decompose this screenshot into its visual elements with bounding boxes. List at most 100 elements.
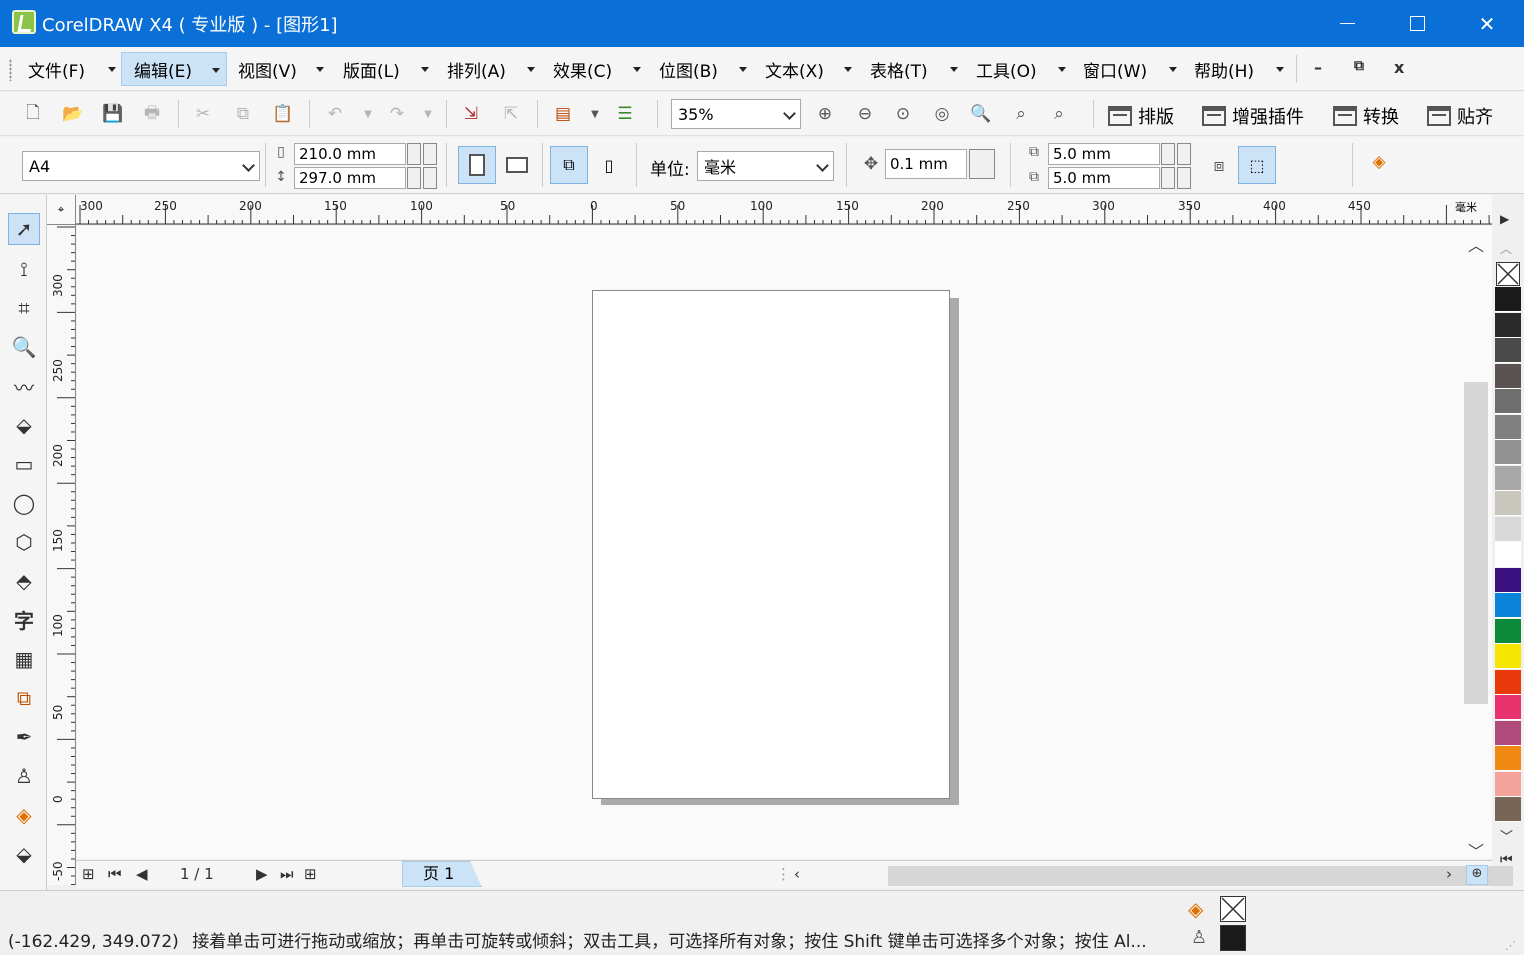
menu-tools[interactable]: 工具(O)	[964, 52, 1072, 86]
menu-effects[interactable]: 效果(C)	[541, 52, 647, 86]
menu-arrange[interactable]: 排列(A)	[435, 52, 541, 86]
horizontal-ruler[interactable]: 300 250 200 150 100 50 0 50 100 150 200 …	[76, 195, 1492, 225]
text-tool-icon[interactable]: 字	[8, 603, 40, 635]
page-size-select[interactable]: A4	[22, 151, 260, 181]
color-swatch[interactable]	[1495, 542, 1521, 567]
add-page-before-icon[interactable]: ⊞	[82, 865, 95, 883]
close-button[interactable]: ✕	[1452, 0, 1522, 47]
fill-bucket-icon[interactable]: ◈	[1366, 149, 1392, 175]
doc-close-button[interactable]: x	[1394, 58, 1404, 77]
navigator-zoom-icon[interactable]: ⊕	[1466, 865, 1488, 885]
vertical-scroll-thumb[interactable]	[1464, 382, 1488, 704]
import-icon[interactable]: ⇲	[458, 101, 484, 127]
vertical-ruler[interactable]: 300 250 200 150 100 50 0 -50	[47, 225, 76, 885]
color-swatch[interactable]	[1495, 440, 1521, 465]
color-swatch[interactable]	[1495, 491, 1521, 516]
color-swatch[interactable]	[1495, 338, 1521, 363]
menu-bitmaps[interactable]: 位图(B)	[647, 52, 753, 86]
color-swatch[interactable]	[1495, 695, 1521, 720]
resize-grip-icon[interactable]: ⋰	[1505, 939, 1516, 952]
fill-tool-icon[interactable]: ◈	[8, 799, 40, 831]
basic-shapes-tool-icon[interactable]: ⬘	[8, 565, 40, 597]
palette-scroll-up-icon[interactable]: ︿	[1500, 240, 1512, 257]
color-swatch[interactable]	[1495, 287, 1521, 312]
no-color-swatch[interactable]	[1496, 262, 1520, 286]
welcome-screen-icon[interactable]: ☰	[612, 101, 638, 127]
menu-text[interactable]: 文本(X)	[753, 52, 858, 86]
current-page-toggle[interactable]: ▯	[590, 146, 628, 184]
duplicate-y-stepper[interactable]	[1177, 167, 1191, 189]
page-width-stepper[interactable]	[423, 143, 437, 165]
color-swatch[interactable]	[1495, 567, 1521, 593]
color-swatch[interactable]	[1495, 593, 1521, 618]
color-swatch[interactable]	[1495, 720, 1521, 746]
color-swatch[interactable]	[1495, 312, 1521, 338]
page-height-stepper[interactable]	[423, 167, 437, 189]
copy-icon[interactable]: ⧉	[230, 101, 256, 127]
outline-tool-icon[interactable]: ♙	[8, 760, 40, 792]
outline-color-swatch[interactable]	[1220, 925, 1246, 951]
duplicate-x-stepper[interactable]	[1177, 143, 1191, 165]
scroll-down-icon[interactable]: ﹀	[1468, 838, 1484, 861]
zoom-all-objects-icon[interactable]: ◎	[929, 101, 955, 127]
unit-select[interactable]: 毫米	[697, 151, 834, 181]
page-width-input[interactable]: 210.0 mm	[294, 143, 406, 165]
menu-edit[interactable]: 编辑(E)	[121, 52, 227, 86]
first-page-icon[interactable]: ⏮	[108, 865, 122, 883]
eyedropper-tool-icon[interactable]: ✒	[8, 721, 40, 753]
menu-table[interactable]: 表格(T)	[858, 52, 964, 86]
next-page-icon[interactable]: ▶	[256, 865, 268, 883]
print-icon[interactable]: 🖶	[139, 101, 165, 127]
landscape-toggle[interactable]	[498, 146, 536, 184]
scroll-up-icon[interactable]: ︿	[1468, 232, 1484, 255]
save-icon[interactable]: 💾	[100, 101, 126, 127]
add-page-after-icon[interactable]: ⊞	[304, 865, 317, 883]
snap-plugin-button[interactable]: 贴齐	[1427, 103, 1493, 129]
scroll-left-icon[interactable]: ‹	[794, 865, 800, 883]
convert-plugin-button[interactable]: 转换	[1333, 103, 1399, 129]
new-document-icon[interactable]: 🗋	[20, 101, 46, 127]
menu-file[interactable]: 文件(F)	[16, 52, 122, 86]
menu-layout[interactable]: 版面(L)	[331, 52, 435, 86]
redo-icon[interactable]: ↷	[384, 101, 410, 127]
zoom-page-icon[interactable]: 🔍	[968, 101, 994, 127]
vertical-scrollbar[interactable]: ︿ ﹀	[1462, 226, 1492, 861]
palette-scroll-down-icon[interactable]: ﹀	[1500, 826, 1513, 845]
zoom-tool-icon[interactable]: 🔍	[8, 331, 40, 363]
draw-bounding-box-toggle[interactable]: ⬚	[1238, 146, 1276, 184]
doc-restore-button[interactable]: ⧉	[1354, 58, 1364, 74]
document-page[interactable]	[592, 290, 950, 799]
smart-fill-tool-icon[interactable]: ⬙	[8, 409, 40, 441]
pick-tool-icon[interactable]: ➚	[8, 213, 40, 245]
splitter-grip-icon[interactable]: ⋮	[776, 865, 791, 883]
duplicate-x-input[interactable]: 5.0 mm	[1048, 143, 1160, 165]
previous-page-icon[interactable]: ◀	[136, 865, 148, 883]
interactive-blend-tool-icon[interactable]: ⧉	[8, 682, 40, 714]
palette-flyout-icon[interactable]: ▶	[1500, 212, 1509, 226]
duplicate-y-input[interactable]: 5.0 mm	[1048, 167, 1160, 189]
nudge-stepper[interactable]	[969, 149, 995, 179]
maximize-button[interactable]	[1382, 0, 1452, 47]
open-folder-icon[interactable]: 📂	[60, 101, 86, 127]
fill-color-none-swatch[interactable]	[1220, 896, 1246, 922]
minimize-button[interactable]	[1312, 0, 1382, 47]
page-height-input[interactable]: 297.0 mm	[294, 167, 406, 189]
redo-dropdown-icon[interactable]: ▼	[415, 101, 441, 127]
application-launcher-icon[interactable]: ▤	[550, 101, 576, 127]
zoom-in-icon[interactable]: ⊕	[812, 101, 838, 127]
export-icon[interactable]: ⇱	[498, 101, 524, 127]
scroll-right-icon[interactable]: ›	[1446, 865, 1452, 883]
freehand-tool-icon[interactable]: 〰	[8, 370, 40, 402]
menu-view[interactable]: 视图(V)	[226, 52, 330, 86]
color-swatch[interactable]	[1495, 363, 1521, 389]
paste-icon[interactable]: 📋	[270, 101, 296, 127]
color-swatch[interactable]	[1495, 771, 1521, 797]
last-page-icon[interactable]: ⏭	[280, 865, 294, 883]
cut-icon[interactable]: ✂	[190, 101, 216, 127]
layout-plugin-button[interactable]: 排版	[1108, 103, 1174, 129]
polygon-tool-icon[interactable]: ⬡	[8, 526, 40, 558]
color-swatch[interactable]	[1495, 797, 1521, 822]
enhance-plugin-button[interactable]: 增强插件	[1202, 103, 1304, 129]
all-pages-toggle[interactable]: ⧉	[550, 146, 588, 184]
zoom-out-icon[interactable]: ⊖	[852, 101, 878, 127]
